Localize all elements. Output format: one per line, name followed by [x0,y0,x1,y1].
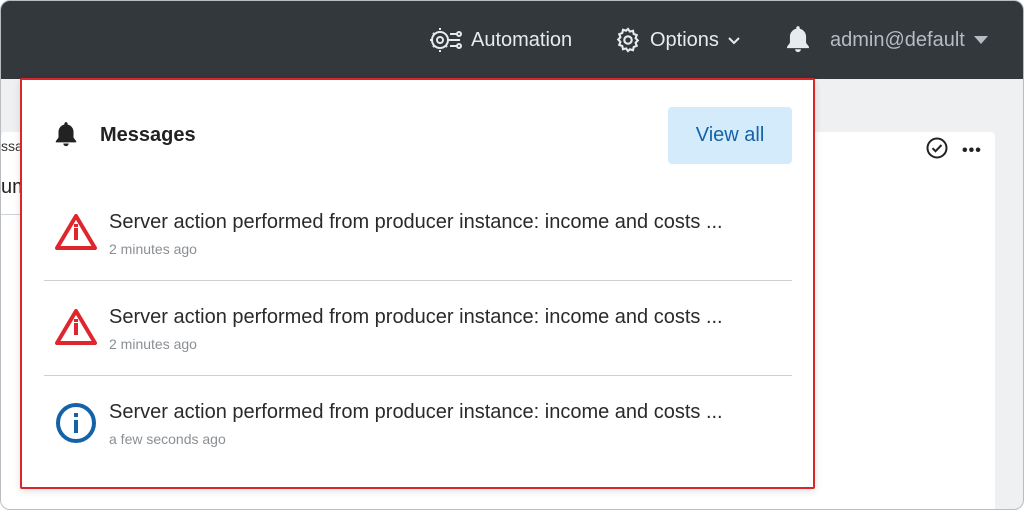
app-window: Automation Options admin@default ssa um … [0,0,1024,510]
message-text: Server action performed from producer in… [109,306,723,328]
message-list: Server action performed from producer in… [44,186,792,471]
warning-icon [54,308,98,351]
info-icon [54,403,98,448]
view-all-button[interactable]: View all [668,107,792,164]
message-time: 2 minutes ago [109,336,197,352]
notifications-button[interactable] [784,1,812,79]
chevron-down-icon [727,35,741,45]
popup-title: Messages [100,124,196,146]
user-menu[interactable]: admin@default [830,1,989,79]
message-text: Server action performed from producer in… [109,401,723,423]
gear-icon [614,26,642,54]
top-bar: Automation Options admin@default [1,1,1023,79]
bell-icon [53,121,79,156]
messages-popup: Messages View all Server action performe… [20,78,815,489]
warning-icon [54,213,98,256]
message-time: a few seconds ago [109,431,226,447]
bell-icon [784,25,812,55]
caret-down-icon [973,35,989,45]
more-icon[interactable]: ••• [962,142,982,160]
message-item[interactable]: Server action performed from producer in… [44,186,792,281]
user-label: admin@default [830,28,965,51]
automation-label: Automation [471,28,573,51]
message-time: 2 minutes ago [109,241,197,257]
check-circle-icon[interactable] [925,136,949,165]
message-item[interactable]: Server action performed from producer in… [44,281,792,376]
automation-menu[interactable]: Automation [429,1,572,79]
message-item[interactable]: Server action performed from producer in… [44,376,792,471]
popup-header: Messages View all [22,80,813,180]
options-menu[interactable]: Options [614,1,741,79]
options-label: Options [650,28,719,51]
message-text: Server action performed from producer in… [109,211,723,233]
automation-icon [429,25,463,55]
